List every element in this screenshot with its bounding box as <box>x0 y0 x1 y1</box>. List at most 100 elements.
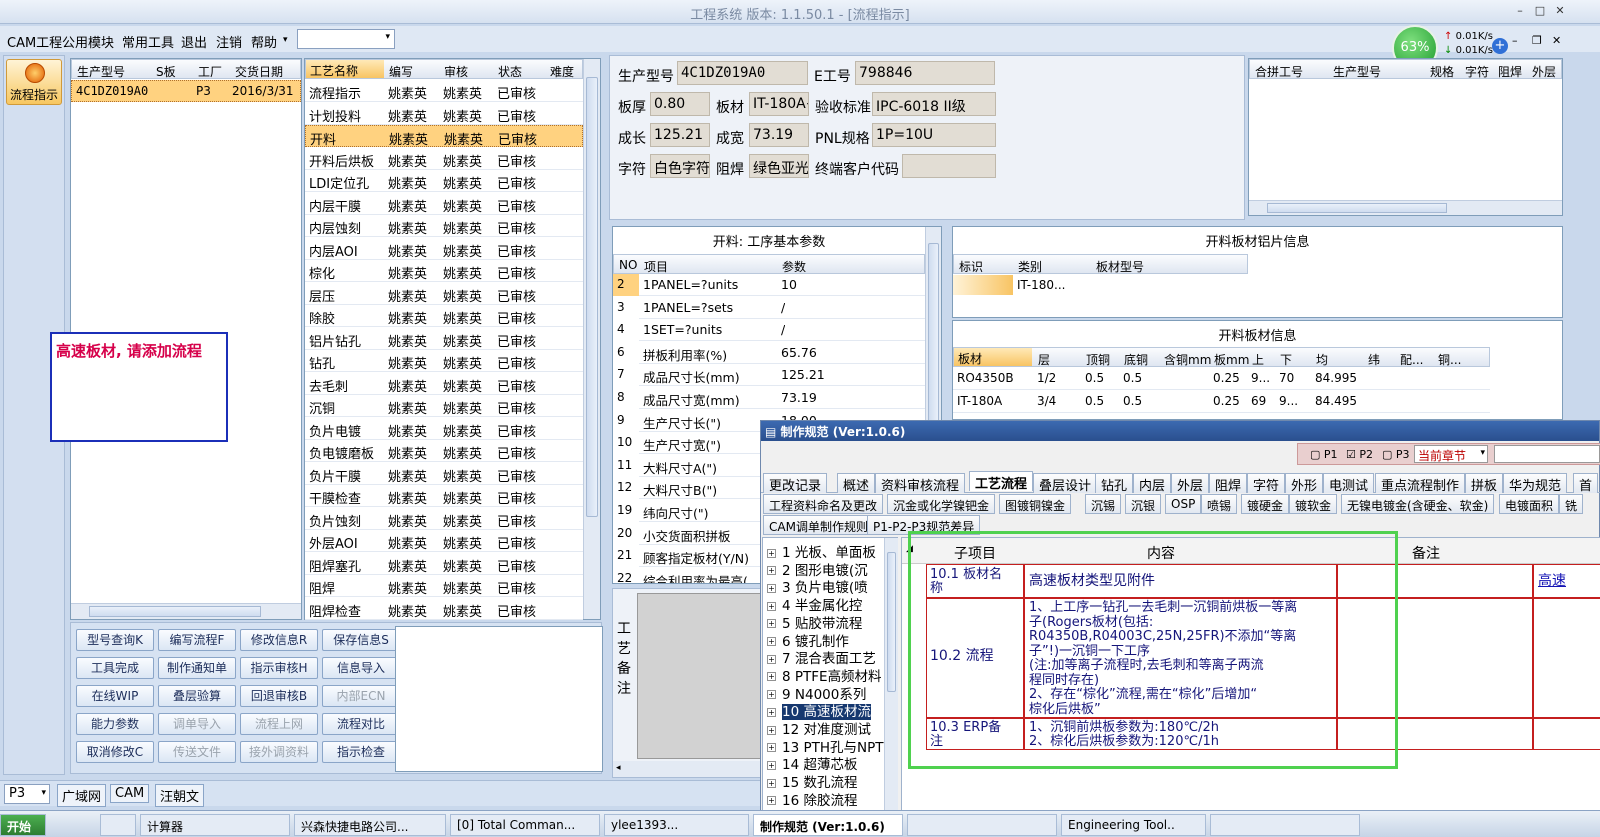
expand-icon[interactable]: + <box>767 566 776 576</box>
board-col[interactable]: 底铜 <box>1124 351 1148 368</box>
col-merge-spec[interactable]: 规格 <box>1430 63 1454 80</box>
scroll-thumb[interactable] <box>586 77 598 517</box>
chevron-left-icon[interactable]: ◂ <box>616 763 621 773</box>
action-button[interactable]: 型号查询K <box>76 629 154 651</box>
menu-logout[interactable]: 注销 <box>216 32 242 51</box>
expand-icon[interactable]: + <box>767 672 776 682</box>
action-button[interactable]: 取消修改C <box>76 741 154 763</box>
table-row[interactable]: 负片干膜 姚素英 姚素英 已审核 <box>305 463 583 485</box>
material-field[interactable]: IT-180A+ <box>749 92 809 116</box>
col-param[interactable]: 参数 <box>782 258 806 275</box>
taskbar-item-blank[interactable] <box>907 814 1057 836</box>
merge-hscroll[interactable] <box>1249 200 1562 215</box>
table-row[interactable]: 外层AOI 姚素英 姚素英 已审核 <box>305 530 583 552</box>
col-item[interactable]: 项目 <box>644 258 668 275</box>
action-button[interactable]: 在线WIP <box>76 685 154 707</box>
remark-input[interactable] <box>637 593 761 759</box>
table-row[interactable]: 阻焊检查 姚素英 姚素英 已审核 <box>305 598 583 620</box>
action-button[interactable]: 信息导入 <box>322 657 400 679</box>
scroll-thumb[interactable] <box>89 606 261 617</box>
tab[interactable]: 阻焊 <box>1209 473 1248 494</box>
expand-icon[interactable]: + <box>767 690 776 700</box>
action-button[interactable]: 回退审核B <box>240 685 318 707</box>
col-merge-no[interactable]: 合拼工号 <box>1255 63 1303 80</box>
board-col[interactable]: 铜... <box>1438 351 1461 368</box>
tree-item[interactable]: +9 N4000系列 <box>767 683 866 703</box>
mdi-minimize-icon[interactable]: – <box>1512 34 1518 47</box>
expand-icon[interactable]: + <box>767 654 776 664</box>
attachment-link[interactable]: 高速 <box>1538 574 1566 589</box>
tree-item[interactable]: +4 半金属化控 <box>767 594 862 614</box>
tree-item[interactable]: +7 混合表面工艺 <box>767 647 876 667</box>
start-button[interactable]: 开始 <box>0 814 46 836</box>
mdi-close-icon[interactable]: ✕ <box>1552 34 1561 47</box>
expand-icon[interactable]: + <box>767 725 776 735</box>
tree-item[interactable]: +12 对准度测试 <box>767 718 871 738</box>
col-merge-mask[interactable]: 阻焊 <box>1498 63 1522 80</box>
search-input[interactable] <box>1494 445 1600 463</box>
expand-icon[interactable]: + <box>767 637 776 646</box>
scroll-thumb[interactable] <box>928 243 939 423</box>
board-col[interactable]: 配... <box>1400 351 1423 368</box>
remark-hscroll[interactable]: ◂ <box>613 761 763 777</box>
check-p3[interactable]: ▢ P3 <box>1382 448 1410 461</box>
site-select[interactable]: P3 ▾ <box>4 784 50 804</box>
table-row[interactable]: 计划投料 姚素英 姚素英 已审核 <box>305 103 583 125</box>
tree-item[interactable]: +3 负片电镀(喷 <box>767 576 868 596</box>
tab[interactable]: 沉锡 <box>1085 494 1122 514</box>
tree-item[interactable]: +1 光板、单面板 <box>767 541 876 561</box>
action-button[interactable]: 接外调资料 <box>240 741 318 763</box>
expand-icon[interactable]: + <box>767 583 776 593</box>
table-row[interactable]: 铝片钻孔 姚素英 姚素英 已审核 <box>305 328 583 350</box>
thickness-field[interactable]: 0.80 <box>650 92 710 116</box>
tab[interactable]: 镀软金 <box>1289 494 1338 514</box>
table-row[interactable]: IT-180... <box>953 275 1248 295</box>
dialog-title-bar[interactable]: ▤ 制作规范 (Ver:1.0.6) <box>761 421 1599 441</box>
action-button[interactable]: 叠层验算 <box>158 685 236 707</box>
table-row[interactable]: 除胶 姚素英 姚素英 已审核 <box>305 305 583 327</box>
expand-icon[interactable]: + <box>767 707 776 717</box>
taskbar-item-chat[interactable]: ylee1393... <box>604 814 749 836</box>
action-button[interactable]: 能力参数 <box>76 713 154 735</box>
taskbar-item-company[interactable]: 兴森快捷电路公司... <box>294 814 446 836</box>
board-col[interactable]: 纬 <box>1368 351 1380 368</box>
sidebar-item-flow[interactable]: 流程指示 <box>6 59 62 105</box>
tree-vscroll[interactable] <box>884 538 898 818</box>
table-row[interactable]: 开料后烘板 姚素英 姚素英 已审核 <box>305 148 583 170</box>
tab[interactable]: 华为规范 <box>1503 473 1568 494</box>
table-row[interactable]: 层压 姚素英 姚素英 已审核 <box>305 283 583 305</box>
taskbar-item-app[interactable] <box>100 814 136 836</box>
col-difficulty[interactable]: 难度 <box>550 63 574 80</box>
table-row[interactable]: 4C1DZ019A0 P3 2016/3/31 <box>71 80 301 102</box>
expand-icon[interactable]: + <box>767 601 776 611</box>
tab[interactable]: OSP <box>1165 494 1202 514</box>
table-row[interactable]: 6 拼板利用率(%) 65.76 <box>613 341 925 364</box>
tree-item[interactable]: +13 PTH孔与NPT <box>767 736 884 756</box>
table-row[interactable]: 流程指示 姚素英 姚素英 已审核 <box>305 80 583 102</box>
col-category[interactable]: 类别 <box>1018 258 1042 275</box>
tree-item[interactable]: +2 图形电镀(沉 <box>767 559 868 579</box>
tree-item[interactable]: +14 超薄芯板 <box>767 753 857 773</box>
col-factory[interactable]: 工厂 <box>198 63 222 80</box>
action-button[interactable]: 制作通知单 <box>158 657 236 679</box>
action-button[interactable]: 指示检查 <box>322 741 400 763</box>
table-row[interactable]: 干膜检查 姚素英 姚素英 已审核 <box>305 485 583 507</box>
action-button[interactable]: 编写流程F <box>158 629 236 651</box>
mdi-restore-icon[interactable]: ❐ <box>1532 34 1542 47</box>
table-row[interactable]: 负片电镀 姚素英 姚素英 已审核 <box>305 418 583 440</box>
action-button[interactable]: 流程上网 <box>240 713 318 735</box>
table-row[interactable]: 去毛刺 姚素英 姚素英 已审核 <box>305 373 583 395</box>
table-row[interactable]: 内层蚀刻 姚素英 姚素英 已审核 <box>305 215 583 237</box>
action-button[interactable]: 保存信息S <box>322 629 400 651</box>
expand-icon[interactable]: + <box>767 760 776 770</box>
expand-icon[interactable]: + <box>767 548 776 558</box>
board-col[interactable]: 顶铜 <box>1086 351 1110 368</box>
table-row[interactable]: 内层AOI 姚素英 姚素英 已审核 <box>305 238 583 260</box>
menu-combo[interactable]: ▾ <box>297 29 395 49</box>
action-button[interactable]: 修改信息R <box>240 629 318 651</box>
board-col[interactable]: 上 <box>1252 351 1264 368</box>
standard-field[interactable]: IPC-6018 II级 <box>872 92 996 116</box>
tab[interactable]: 电测试 <box>1323 473 1375 494</box>
tree-item[interactable]: +8 PTFE高频材料 <box>767 665 882 685</box>
board-col[interactable]: 板mm <box>1214 351 1249 368</box>
